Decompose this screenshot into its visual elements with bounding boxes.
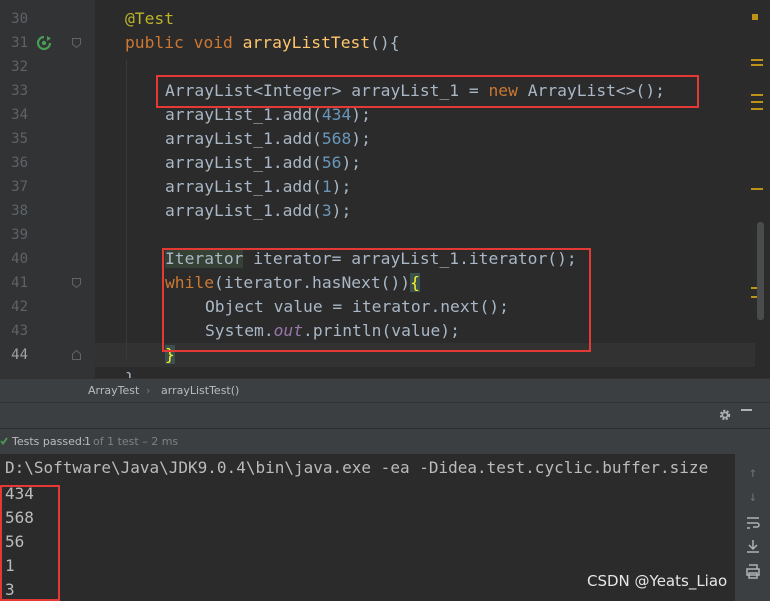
line-number: 36: [11, 155, 28, 171]
code-line-45: }: [125, 367, 135, 378]
error-stripe-marker[interactable]: [751, 64, 763, 66]
line-number: 30: [11, 11, 28, 27]
check-icon: [0, 437, 8, 445]
watermark: CSDN @Yeats_Liao: [587, 572, 728, 590]
number-literal: 1: [321, 177, 332, 196]
line-number: 40: [11, 251, 28, 267]
number-literal: 568: [321, 129, 352, 148]
breadcrumb-separator: ›: [146, 384, 151, 397]
scrollbar-thumb[interactable]: [757, 222, 764, 320]
run-test-icon[interactable]: [36, 35, 52, 51]
arrow-down-icon[interactable]: ↓: [744, 488, 762, 506]
code-line-37: arrayList_1.add(1);: [165, 177, 352, 196]
highlight-box: [0, 485, 60, 601]
error-stripe-marker[interactable]: [751, 101, 763, 103]
warning-marker[interactable]: [752, 14, 758, 20]
fold-icon[interactable]: [72, 350, 81, 360]
gear-icon[interactable]: [718, 408, 732, 422]
line-number: 39: [11, 227, 28, 243]
breadcrumb-class[interactable]: ArrayTest: [88, 384, 139, 397]
line-number: 33: [11, 83, 28, 99]
line-number: 32: [11, 59, 28, 75]
code-line-30: @Test: [125, 7, 174, 31]
status-passed-label: Tests passed:: [12, 435, 86, 448]
status-details: of 1 test – 2 ms: [93, 435, 179, 448]
code-text: (){: [370, 33, 400, 52]
soft-wrap-icon[interactable]: [744, 514, 762, 532]
scroll-to-end-icon[interactable]: [744, 538, 762, 556]
keyword: void: [193, 33, 233, 52]
error-stripe-marker[interactable]: [751, 188, 763, 190]
highlight-box: [156, 75, 699, 108]
breadcrumb: ArrayTest › arrayListTest(): [0, 378, 770, 403]
error-stripe-marker[interactable]: [751, 94, 763, 96]
minimize-icon[interactable]: [741, 409, 752, 411]
fold-icon[interactable]: [72, 278, 81, 288]
number-literal: 3: [321, 201, 332, 220]
indent-guide: [126, 60, 127, 360]
editor-gutter: 30 31 32 33 34 35 36 37 38 39 40 41 42 4…: [0, 0, 95, 378]
print-icon[interactable]: [744, 562, 762, 580]
line-number: 34: [11, 107, 28, 123]
code-line-36: arrayList_1.add(56);: [165, 153, 362, 172]
console-toolbar: ↑ ↓: [735, 454, 770, 601]
highlight-box: [162, 248, 591, 352]
annotation: @Test: [125, 9, 175, 28]
code-line-35: arrayList_1.add(568);: [165, 129, 371, 148]
fold-icon[interactable]: [72, 38, 81, 48]
breadcrumb-method[interactable]: arrayListTest(): [161, 384, 239, 397]
code-line-31: public void arrayListTest(){: [125, 31, 400, 55]
keyword: public: [125, 33, 184, 52]
error-stripe-marker[interactable]: [751, 108, 763, 110]
line-number: 31: [11, 35, 28, 51]
line-number: 35: [11, 131, 28, 147]
number-literal: 56: [321, 153, 342, 172]
test-status-bar: Tests passed: 1 of 1 test – 2 ms: [0, 428, 770, 455]
line-number: 37: [11, 179, 28, 195]
run-toolwindow-header: [0, 402, 770, 429]
line-number: 44: [11, 347, 28, 363]
line-number: 38: [11, 203, 28, 219]
method-name: arrayListTest: [242, 33, 371, 52]
code-line-38: arrayList_1.add(3);: [165, 201, 352, 220]
arrow-up-icon[interactable]: ↑: [744, 464, 762, 482]
console-command-line: D:\Software\Java\JDK9.0.4\bin\java.exe -…: [5, 458, 709, 477]
code-editor[interactable]: 30 31 32 33 34 35 36 37 38 39 40 41 42 4…: [0, 0, 770, 378]
line-number: 41: [11, 275, 28, 291]
status-count: 1: [84, 435, 91, 448]
error-stripe-marker[interactable]: [751, 59, 763, 61]
line-number: 43: [11, 323, 28, 339]
line-number: 42: [11, 299, 28, 315]
